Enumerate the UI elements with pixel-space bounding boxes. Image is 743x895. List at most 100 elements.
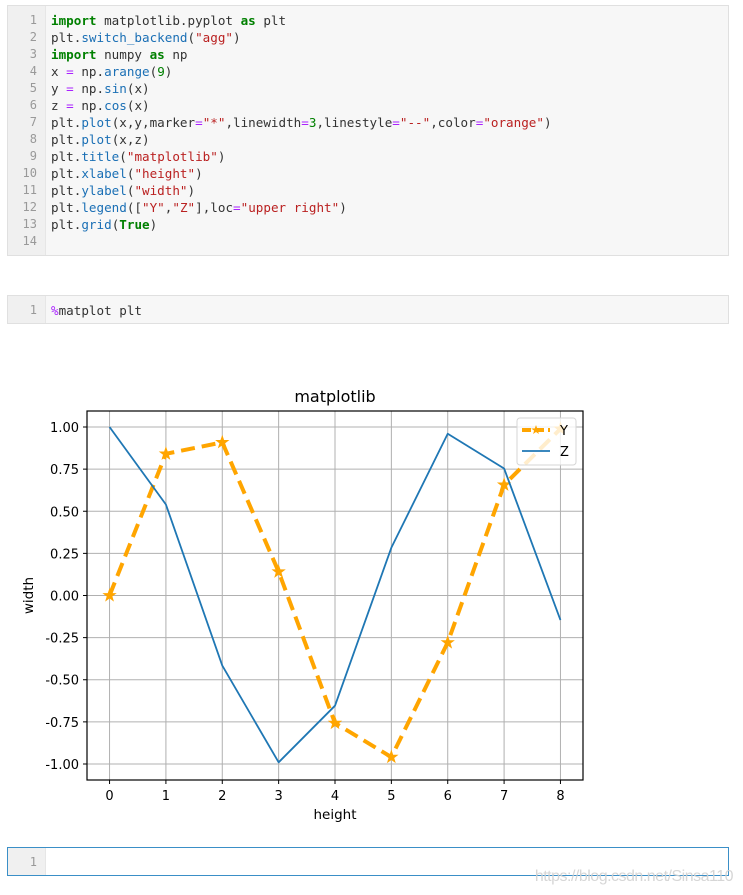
x-axis-label: height xyxy=(313,807,356,823)
line-number: 1 xyxy=(29,13,37,27)
x-tick-label: 5 xyxy=(387,789,395,804)
code-token: matplotlib.pyplot xyxy=(96,13,241,28)
code-cell-1[interactable]: 1 2 3 4 5 6 7 8 9 10 11 12 13 14 import matplotlib.py… xyxy=(7,5,729,256)
code-token: plt. xyxy=(51,132,82,147)
line-number-gutter: 1 xyxy=(8,848,46,875)
code-token: as xyxy=(149,47,165,62)
code-line: y = np.sin(x) xyxy=(51,80,728,97)
code-line: plt.title("matplotlib") xyxy=(51,148,728,165)
code-token: "--" xyxy=(399,115,431,130)
code-token: ) xyxy=(195,166,203,181)
code-token: % xyxy=(51,303,59,318)
code-token: ) xyxy=(164,64,173,79)
code-token: ( xyxy=(119,149,127,164)
code-token: ],loc xyxy=(195,200,234,215)
code-token: "orange" xyxy=(483,115,544,130)
code-token: plot xyxy=(81,115,112,130)
code-token: ,linestyle xyxy=(316,115,393,130)
line-number-gutter: 1 2 3 4 5 6 7 8 9 10 11 12 13 14 xyxy=(8,6,46,255)
y-tick-label: -0.25 xyxy=(45,632,79,647)
code-token: plt. xyxy=(51,30,82,45)
y-tick-label: 0.50 xyxy=(50,505,79,520)
code-token: "upper right" xyxy=(240,200,340,215)
code-token: plt. xyxy=(51,166,82,181)
line-number: 1 xyxy=(29,855,37,869)
code-token: sin xyxy=(104,81,127,96)
code-line: plt.ylabel("width") xyxy=(51,182,728,199)
code-editor[interactable]: %matplot plt xyxy=(46,296,728,323)
code-token: "Z" xyxy=(172,200,196,215)
line-number: 2 xyxy=(29,30,37,44)
code-line: %matplot plt xyxy=(51,302,728,319)
code-token: ( xyxy=(187,30,196,45)
code-token: "matplotlib" xyxy=(126,149,218,164)
x-tick-label: 7 xyxy=(500,789,508,804)
code-token: = xyxy=(195,115,203,130)
code-token: np. xyxy=(73,81,105,96)
code-token: plt. xyxy=(51,183,82,198)
code-token: title xyxy=(81,149,120,164)
line-number: 14 xyxy=(22,234,37,248)
line-number: 10 xyxy=(22,166,37,180)
x-tick-label: 4 xyxy=(331,789,339,804)
code-line: plt.grid(True) xyxy=(51,216,728,233)
x-tick-label: 2 xyxy=(218,789,226,804)
code-token: (x) xyxy=(126,98,150,113)
code-token: legend xyxy=(81,200,127,215)
code-token: "width" xyxy=(134,183,188,198)
code-token: np. xyxy=(73,64,105,79)
x-tick-label: 6 xyxy=(444,789,452,804)
x-tick-label: 1 xyxy=(162,789,170,804)
line-number: 8 xyxy=(29,132,37,146)
y-tick-label: 1.00 xyxy=(50,421,79,436)
code-line: plt.legend(["Y","Z"],loc="upper right") xyxy=(51,199,728,216)
line-number: 9 xyxy=(29,149,37,163)
code-token: ) xyxy=(187,183,196,198)
code-token: plot xyxy=(81,132,112,147)
legend-label: Y xyxy=(559,424,568,439)
code-token: = xyxy=(301,115,309,130)
code-token: plt. xyxy=(51,115,82,130)
chart-title: matplotlib xyxy=(294,387,375,406)
code-token: "*" xyxy=(202,115,226,130)
code-token: = xyxy=(66,64,74,79)
line-number: 7 xyxy=(29,115,37,129)
chart-output: 0 1 2 3 4 5 6 7 8 -1.00 -0.75 -0.50 -0.25 0.00 0.25 0.5… xyxy=(21,387,584,823)
line-number: 6 xyxy=(29,98,37,112)
code-token: plt. xyxy=(51,200,82,215)
code-line: import numpy as np xyxy=(51,46,728,63)
code-cell-2[interactable]: 1 %matplot plt xyxy=(7,295,729,324)
watermark: https://blog.csdn.net/Sinsa110 xyxy=(534,868,734,885)
code-token: x xyxy=(51,64,67,79)
axis-ticks: 0 1 2 3 4 5 6 7 8 -1.00 -0.75 -0.50 -0.25 0.00 0.25 0.5… xyxy=(45,421,564,804)
code-token: = xyxy=(233,200,241,215)
code-token: "height" xyxy=(134,166,196,181)
code-token: arange xyxy=(104,64,150,79)
line-number: 4 xyxy=(29,64,37,78)
code-token: ,color xyxy=(430,115,476,130)
code-token: y xyxy=(51,81,67,96)
line-number: 11 xyxy=(22,183,37,197)
code-token: ) xyxy=(149,217,158,232)
code-token: "agg" xyxy=(195,30,234,45)
y-axis-label: width xyxy=(21,577,37,614)
code-token: ,linewidth xyxy=(225,115,302,130)
code-token: (x,z) xyxy=(111,132,150,147)
y-tick-label: 0.25 xyxy=(50,547,79,562)
y-tick-label: 0.00 xyxy=(50,590,79,605)
code-token: z xyxy=(51,98,67,113)
code-editor[interactable]: import matplotlib.pyplot as plt plt.switc… xyxy=(46,6,728,255)
code-token: plt. xyxy=(51,217,82,232)
code-line: x = np.arange(9) xyxy=(51,63,728,80)
code-token: ) xyxy=(543,115,552,130)
code-token: ) xyxy=(217,149,226,164)
line-number: 12 xyxy=(22,200,37,214)
line-number: 13 xyxy=(22,217,37,231)
code-line: plt.plot(x,z) xyxy=(51,131,728,148)
code-line: plt.plot(x,y,marker="*",linewidth=3,line… xyxy=(51,114,728,131)
legend-label: Z xyxy=(560,445,569,460)
y-tick-label: -0.75 xyxy=(45,716,79,731)
code-token: "Y" xyxy=(142,200,165,215)
code-token: (x,y,marker xyxy=(111,115,196,130)
